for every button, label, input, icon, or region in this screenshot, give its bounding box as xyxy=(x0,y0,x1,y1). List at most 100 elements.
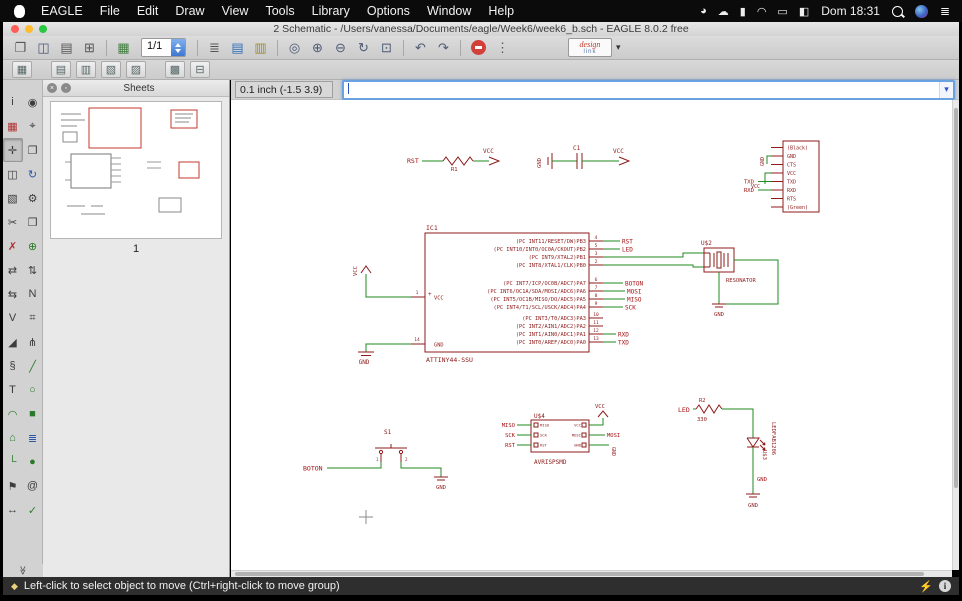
tool-rotate[interactable]: ↻ xyxy=(23,162,43,186)
tool-change[interactable]: ⚙ xyxy=(23,186,43,210)
tool-wire[interactable]: ╱ xyxy=(23,354,43,378)
cloud-icon[interactable]: ☁ xyxy=(718,5,729,18)
menu-item[interactable]: Help xyxy=(488,4,514,18)
menu-item[interactable]: Window xyxy=(427,4,471,18)
cam-export-button[interactable]: ⊞ xyxy=(80,39,99,57)
palette-overflow-button[interactable]: ≫ xyxy=(3,564,43,577)
menu-item[interactable]: EAGLE xyxy=(41,4,83,18)
view-toggle-1[interactable]: ▤ xyxy=(51,61,71,78)
more-actions-button[interactable]: ⋮ xyxy=(493,39,512,57)
sheet-selector-stepper[interactable] xyxy=(171,39,185,56)
horizontal-scrollbar[interactable] xyxy=(231,570,952,577)
redo-button[interactable]: ↷ xyxy=(434,39,453,57)
led-circuit[interactable]: LED R2 330 U$3 LEDFAB1206 GND GND xyxy=(678,398,776,509)
keyboard-icon[interactable]: ◧ xyxy=(799,5,809,18)
tool-copy[interactable]: ❐ xyxy=(23,138,43,162)
vertical-scrollbar-thumb[interactable] xyxy=(954,108,958,488)
menu-item[interactable]: Options xyxy=(367,4,410,18)
tool-dimension[interactable]: ↔ xyxy=(3,498,23,522)
zoom-in-button[interactable]: ⊕ xyxy=(308,39,327,57)
tool-attribute[interactable]: @ xyxy=(23,474,43,498)
tool-mark[interactable]: ⌖ xyxy=(23,114,43,138)
tool-paste[interactable]: ❒ xyxy=(23,210,43,234)
menu-item[interactable]: Library xyxy=(312,4,350,18)
tool-miter[interactable]: ◢ xyxy=(3,330,23,354)
tool-group[interactable]: ▧ xyxy=(3,186,23,210)
menubar-clock[interactable]: Dom 18:31 xyxy=(821,4,880,18)
stop-button[interactable] xyxy=(471,40,486,55)
status-circle-icon[interactable]: ◕ xyxy=(700,5,707,18)
menu-item[interactable]: Edit xyxy=(137,4,159,18)
tool-name[interactable]: N xyxy=(23,282,43,306)
ic1-attiny44[interactable]: IC1 ATTINY44-SSU (PC INT11/RESET/DW)PB3 … xyxy=(353,224,704,366)
tool-invoke[interactable]: § xyxy=(3,354,23,378)
battery-icon[interactable]: ▮ xyxy=(740,5,746,18)
tool-rect[interactable]: ■ xyxy=(23,402,43,426)
menu-item[interactable]: File xyxy=(100,4,120,18)
view-toggle-2[interactable]: ▥ xyxy=(76,61,96,78)
tool-pinswap[interactable]: ⇄ xyxy=(3,258,23,282)
tool-polygon[interactable]: ⌂ xyxy=(3,426,23,450)
designlink-caret-button[interactable]: ▾ xyxy=(616,42,626,53)
panel-detach-button[interactable]: ◦ xyxy=(61,83,71,93)
tool-smash[interactable]: ⌗ xyxy=(23,306,43,330)
view-toggle-3[interactable]: ▧ xyxy=(101,61,121,78)
print-button[interactable]: ▤ xyxy=(57,39,76,57)
schematic-drawing[interactable]: RST R1 VCC GND C1 VCC (Black) GND CTS VC… xyxy=(231,100,952,570)
tool-mirror[interactable]: ◫ xyxy=(3,162,23,186)
c1-circuit[interactable]: GND C1 VCC xyxy=(537,145,631,169)
info-icon[interactable]: i xyxy=(939,580,951,592)
window-toggle-2[interactable]: ⊟ xyxy=(190,61,210,78)
window-toggle-1[interactable]: ▩ xyxy=(165,61,185,78)
tool-circle[interactable]: ○ xyxy=(23,378,43,402)
tool-junction[interactable]: ● xyxy=(23,450,43,474)
avrisp-header[interactable]: U$4 MISO VCC SCK MOSI RST GND MISO SCK R… xyxy=(502,404,621,466)
apple-menu-icon[interactable] xyxy=(14,4,25,18)
tool-cut[interactable]: ✂ xyxy=(3,210,23,234)
tool-show[interactable]: ◉ xyxy=(23,90,43,114)
grid-button[interactable]: ▦ xyxy=(114,39,133,57)
command-input[interactable] xyxy=(344,83,939,96)
tool-add[interactable]: ⊕ xyxy=(23,234,43,258)
zoom-select-button[interactable]: ⊡ xyxy=(377,39,396,57)
sheet-selector[interactable]: 1/1 xyxy=(141,38,186,57)
zoom-out-button[interactable]: ⊖ xyxy=(331,39,350,57)
undo-button[interactable]: ↶ xyxy=(411,39,430,57)
menu-item[interactable]: Draw xyxy=(175,4,204,18)
tool-bus[interactable]: ≣ xyxy=(23,426,43,450)
tool-erc[interactable]: ✓ xyxy=(23,498,43,522)
designlink-button[interactable]: design link xyxy=(568,38,612,57)
menu-item[interactable]: View xyxy=(222,4,249,18)
grid-display-toggle[interactable]: ▦ xyxy=(12,61,32,78)
resonator-u2[interactable]: U$2 GND RESONATOR xyxy=(701,240,779,318)
tool-text[interactable]: T xyxy=(3,378,23,402)
display-icon[interactable]: ▭ xyxy=(777,5,787,18)
menu-item[interactable]: Tools xyxy=(265,4,294,18)
tool-net[interactable]: └ xyxy=(3,450,23,474)
wifi-icon[interactable]: ◠ xyxy=(757,5,767,18)
siri-icon[interactable] xyxy=(914,4,928,18)
zoom-redraw-button[interactable]: ↻ xyxy=(354,39,373,57)
layer-settings-button[interactable]: ≣ xyxy=(205,39,224,57)
tool-move[interactable]: ✛ xyxy=(3,138,23,162)
schematic-canvas[interactable]: RST R1 VCC GND C1 VCC (Black) GND CTS VC… xyxy=(231,100,952,570)
view-toggle-4[interactable]: ▨ xyxy=(126,61,146,78)
ftdi-connector[interactable]: (Black) GND CTS VCC TXD RXD RTS (Green) … xyxy=(744,140,820,213)
tool-gateswap[interactable]: ⇅ xyxy=(23,258,43,282)
tool-split[interactable]: ⋔ xyxy=(23,330,43,354)
zoom-window-button[interactable] xyxy=(39,25,47,33)
vertical-scrollbar[interactable] xyxy=(952,100,959,570)
lightning-icon[interactable]: ⚡ xyxy=(919,580,933,593)
tool-arc[interactable]: ◠ xyxy=(3,402,23,426)
command-dropdown-button[interactable]: ▾ xyxy=(939,81,953,98)
sheet-thumbnail[interactable] xyxy=(50,101,222,239)
tool-display[interactable]: ▦ xyxy=(3,114,23,138)
spotlight-icon[interactable] xyxy=(891,5,903,17)
close-window-button[interactable] xyxy=(11,25,19,33)
zoom-fit-button[interactable]: ◎ xyxy=(285,39,304,57)
horizontal-scrollbar-thumb[interactable] xyxy=(235,572,924,576)
save-button[interactable]: ◫ xyxy=(34,39,53,57)
tool-value[interactable]: V xyxy=(3,306,23,330)
tool-replace[interactable]: ⇆ xyxy=(3,282,23,306)
r1-circuit[interactable]: RST R1 VCC xyxy=(407,148,501,173)
